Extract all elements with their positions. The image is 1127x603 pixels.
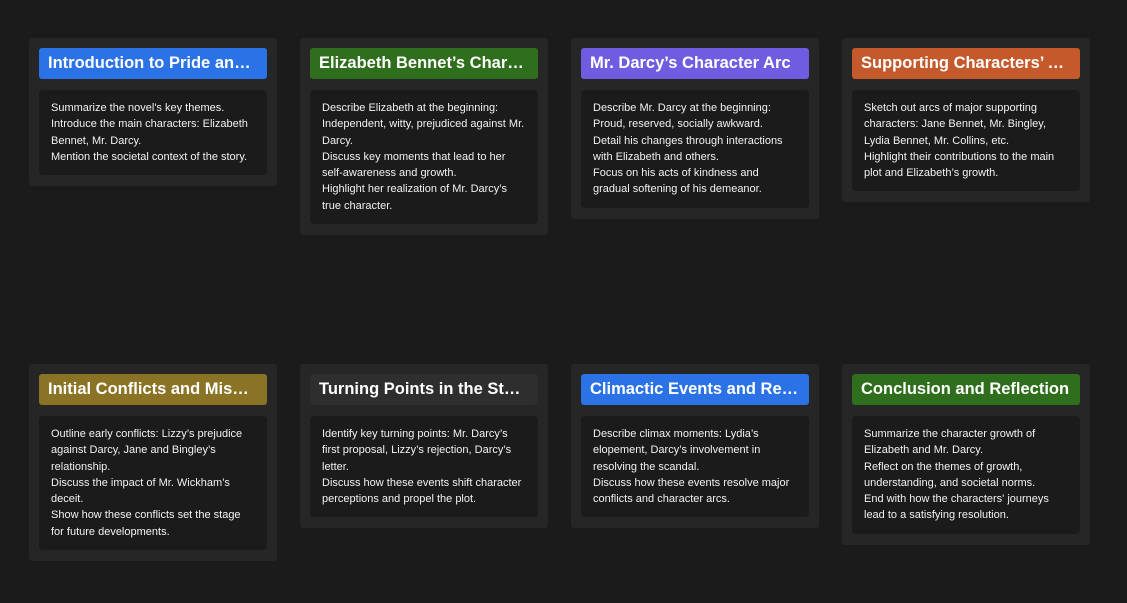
card-body: Sketch out arcs of major supporting char… [852, 90, 1080, 192]
card-body: Describe climax moments: Lydia’s elopeme… [581, 416, 809, 518]
card-bullet-line: Reflect on the themes of growth, underst… [864, 460, 1036, 489]
card-body: Summarize the novel's key themes. Introdu… [39, 90, 267, 176]
card-title[interactable]: Turning Points in the Story [310, 374, 538, 405]
outline-card[interactable]: Supporting Characters’ Arcs Sketch out ar… [842, 38, 1090, 203]
card-bullet-line: Summarize the character growth of Elizab… [864, 428, 1036, 457]
card-body: Summarize the character growth of Elizab… [852, 416, 1080, 534]
card-bullet-line: Outline early conflicts: Lizzy’s prejudi… [51, 428, 243, 473]
outline-card[interactable]: Elizabeth Bennet’s Character Arc Describe… [300, 38, 548, 236]
outline-card[interactable]: Mr. Darcy’s Character Arc Describe Mr. Da… [571, 38, 819, 219]
card-body: Describe Elizabeth at the beginning: Ind… [310, 90, 538, 225]
card-title[interactable]: Initial Conflicts and Misunderstandings [39, 374, 267, 405]
card-bullet-line: Describe Mr. Darcy at the beginning: Pro… [593, 102, 771, 131]
card-bullet-line: Discuss how these events shift character… [322, 476, 522, 506]
card-bullet-line: Highlight her realization of Mr. Darcy’s… [322, 183, 508, 212]
card-title[interactable]: Introduction to Pride and Prejudice [39, 48, 267, 79]
card-bullet-line: Describe climax moments: Lydia’s elopeme… [593, 428, 761, 473]
card-bullet-line: Summarize the novel's key themes. [51, 102, 225, 114]
card-title[interactable]: Elizabeth Bennet’s Character Arc [310, 48, 538, 79]
outline-card[interactable]: Climactic Events and Resolution Describe … [571, 364, 819, 529]
card-bullet-line: Discuss key moments that lead to her sel… [322, 150, 506, 180]
card-bullet-line: Identify key turning points: Mr. Darcy’s… [322, 428, 512, 473]
card-bullet-line: End with how the characters' journeys le… [864, 493, 1049, 522]
card-bullet-line: Detail his changes through interactions … [593, 134, 783, 163]
card-bullet-line: Introduce the main characters: Elizabeth… [51, 118, 248, 147]
card-bullet-line: Sketch out arcs of major supporting char… [864, 102, 1046, 147]
card-title[interactable]: Supporting Characters’ Arcs [852, 48, 1080, 79]
card-bullet-line: Discuss how these events resolve major c… [593, 476, 790, 506]
card-body: Identify key turning points: Mr. Darcy’s… [310, 416, 538, 518]
card-body: Outline early conflicts: Lizzy’s prejudi… [39, 416, 267, 551]
card-body: Describe Mr. Darcy at the beginning: Pro… [581, 90, 809, 208]
card-bullet-line: Show how these conflicts set the stage f… [51, 509, 241, 538]
card-bullet-line: Focus on his acts of kindness and gradua… [593, 167, 762, 196]
outline-card[interactable]: Turning Points in the Story Identify key … [300, 364, 548, 529]
card-title[interactable]: Mr. Darcy’s Character Arc [581, 48, 809, 79]
outline-card[interactable]: Introduction to Pride and Prejudice Summa… [29, 38, 277, 187]
card-bullet-line: Highlight their contributions to the mai… [864, 150, 1055, 180]
outline-card[interactable]: Conclusion and Reflection Summarize the c… [842, 364, 1090, 545]
card-title[interactable]: Conclusion and Reflection [852, 374, 1080, 405]
card-title[interactable]: Climactic Events and Resolution [581, 374, 809, 405]
card-bullet-line: Discuss the impact of Mr. Wickham’s dece… [51, 476, 230, 506]
card-bullet-line: Mention the societal context of the stor… [51, 150, 248, 163]
outline-card[interactable]: Initial Conflicts and Misunderstandings O… [29, 364, 277, 562]
card-bullet-line: Describe Elizabeth at the beginning: Ind… [322, 102, 525, 147]
